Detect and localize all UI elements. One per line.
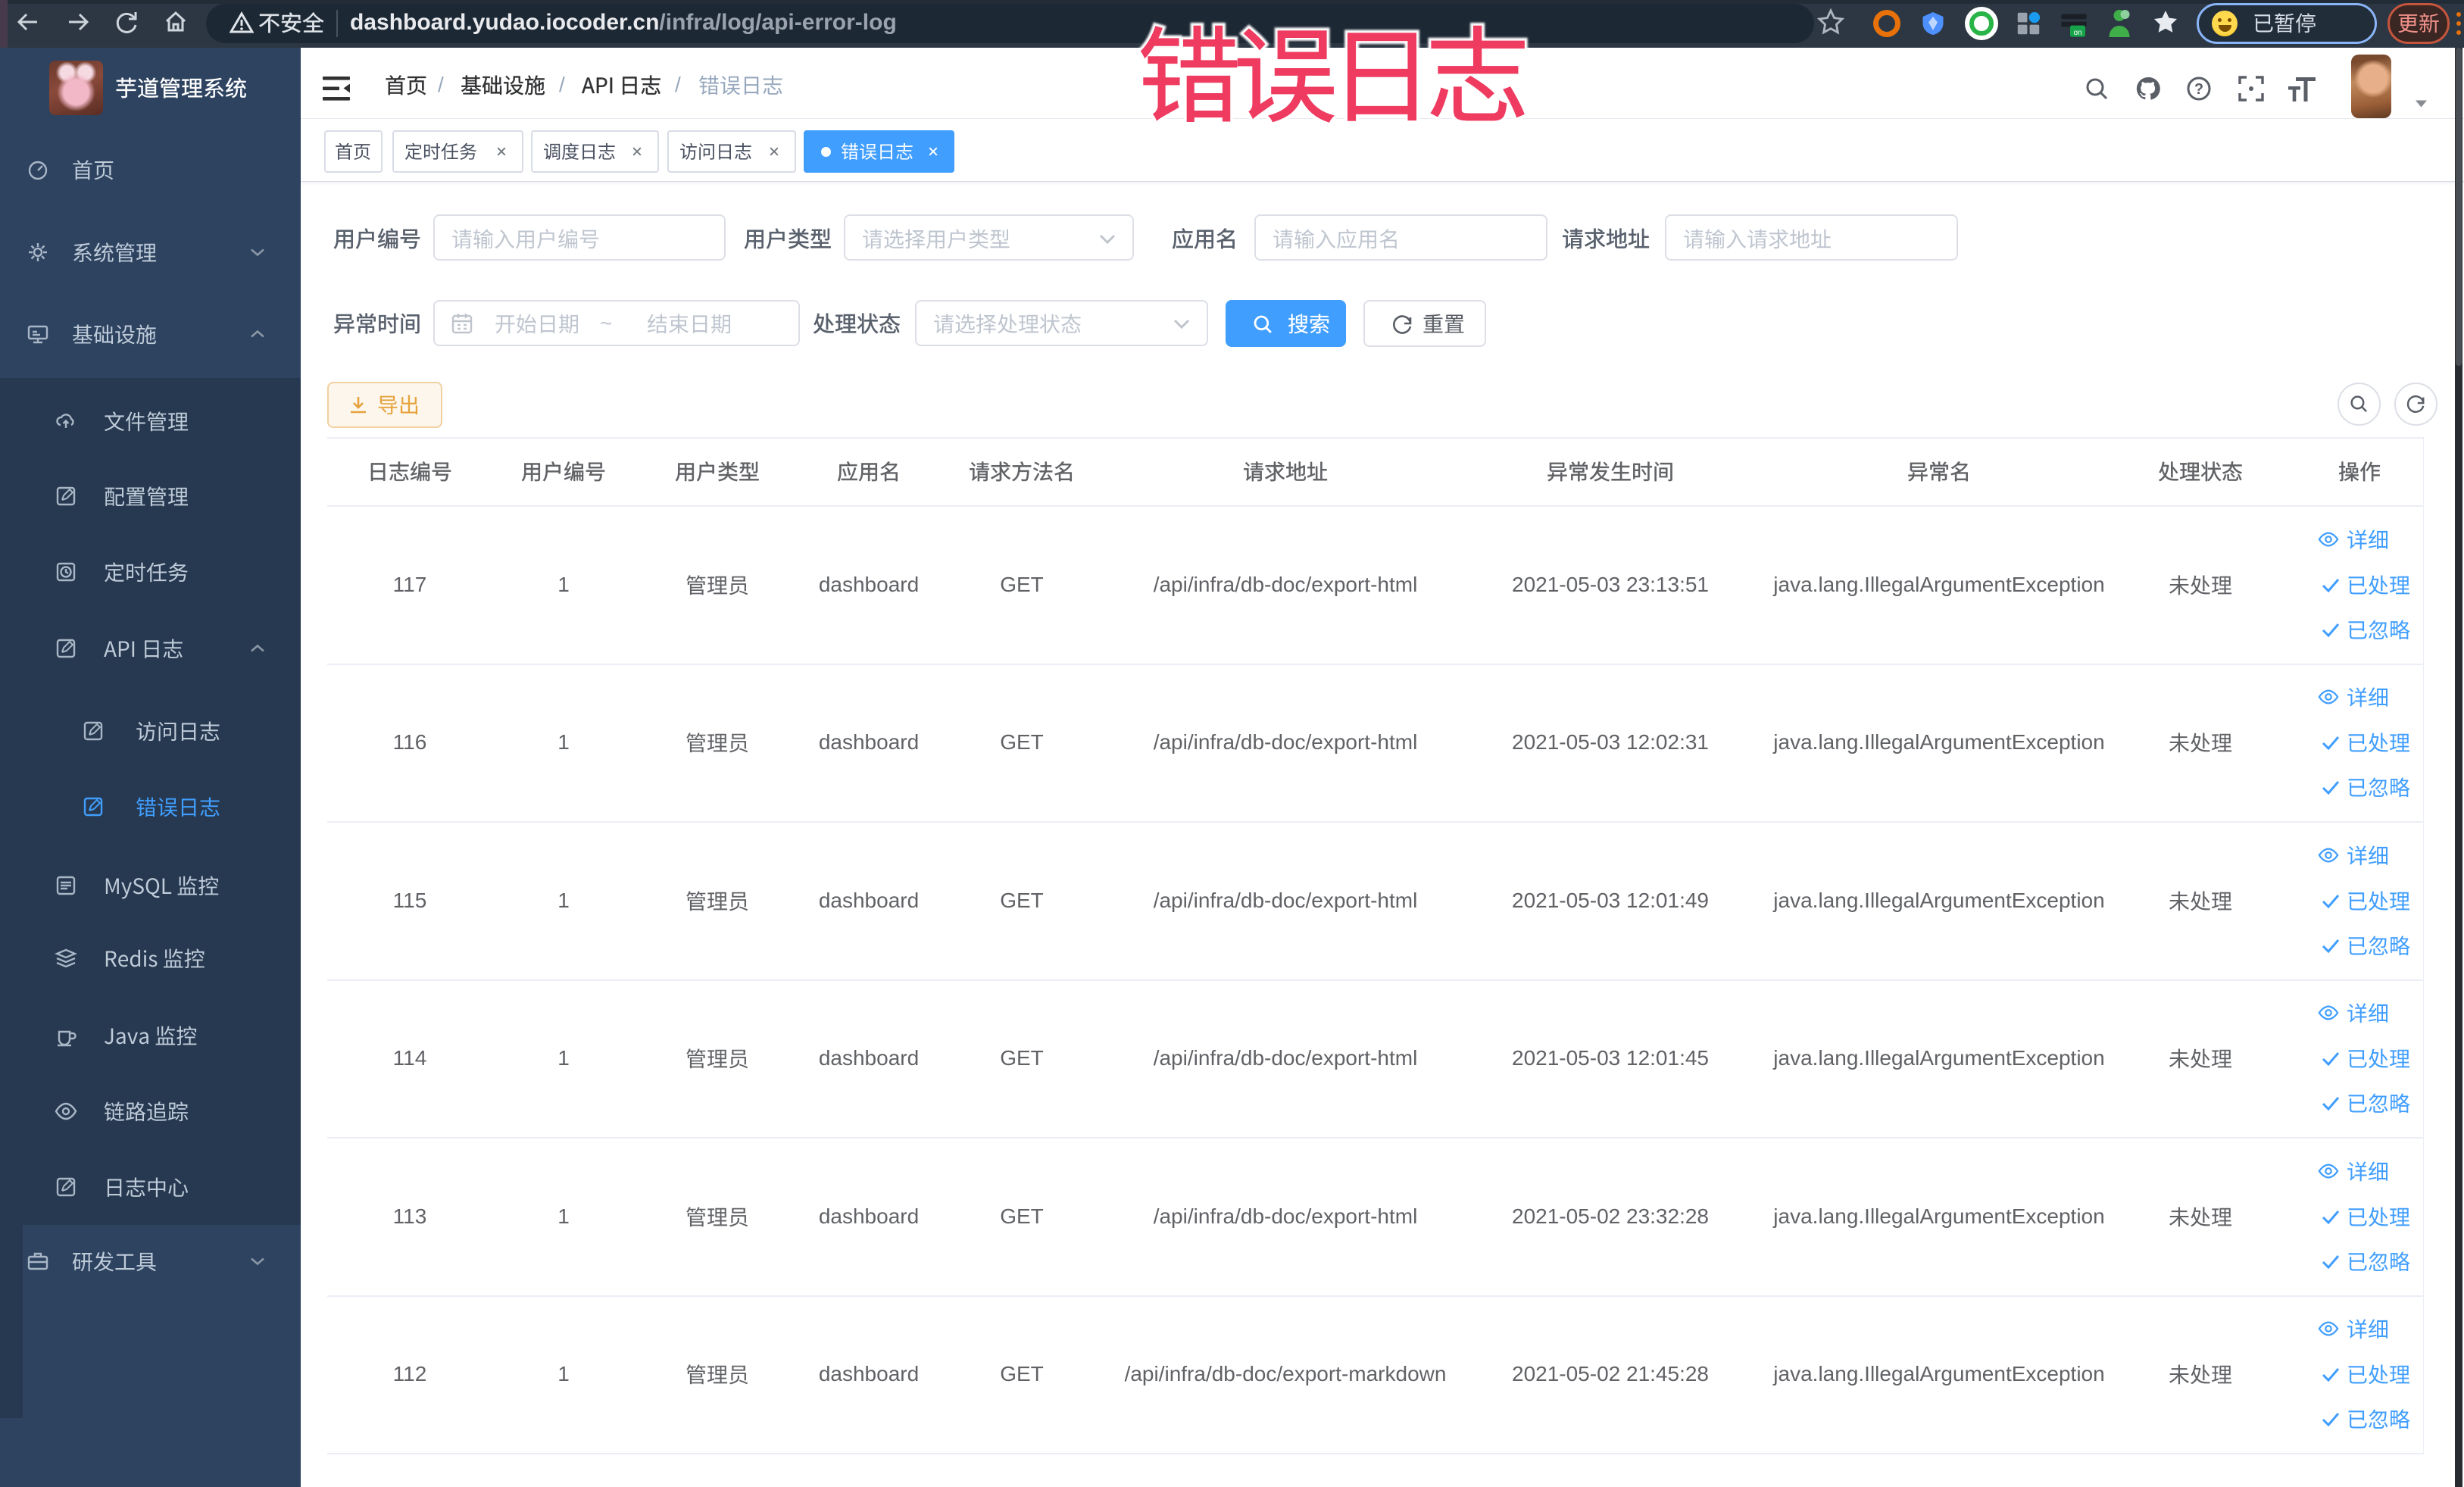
svg-text:?: ? [2194,81,2203,98]
svg-text:on: on [2073,29,2081,37]
